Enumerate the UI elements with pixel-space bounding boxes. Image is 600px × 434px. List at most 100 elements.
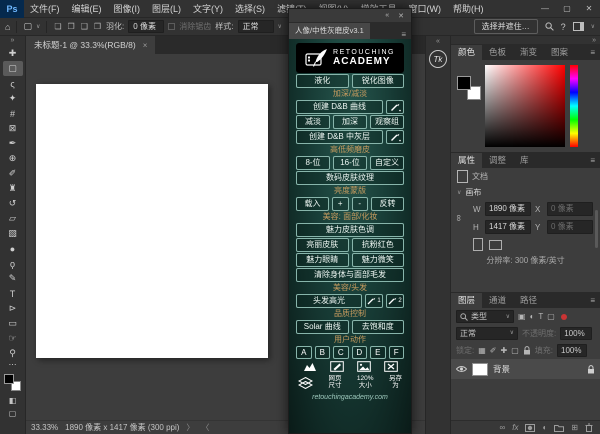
chevron-down-icon[interactable]: ∨ <box>591 23 595 30</box>
properties-scrollbar[interactable] <box>595 210 598 248</box>
close-button[interactable]: ✕ <box>578 0 600 18</box>
lock-artboard-icon[interactable]: ▢ <box>511 346 519 355</box>
clone-stamp-tool[interactable]: ♜ <box>3 181 23 196</box>
feather-input[interactable]: 0 像素 <box>128 20 164 33</box>
frame-tool[interactable]: ⊠ <box>3 121 23 136</box>
foreground-color-swatch[interactable] <box>457 76 471 90</box>
export-image-action-button[interactable] <box>384 361 398 372</box>
minimize-button[interactable]: — <box>534 0 556 18</box>
panel-menu-icon[interactable]: ≡ <box>585 45 600 60</box>
layer-lock-icon[interactable] <box>587 365 595 374</box>
eyedropper-tool[interactable]: ✒ <box>3 136 23 151</box>
burn-button[interactable]: 加深 <box>333 115 367 129</box>
glamour-eyes-button[interactable]: 魅力眼睛 <box>296 253 349 267</box>
foreground-color-swatch[interactable] <box>4 374 14 384</box>
tab-color[interactable]: 颜色 <box>451 45 482 60</box>
type-tool[interactable]: T <box>3 286 23 301</box>
style-select[interactable]: 正常 <box>238 20 274 33</box>
edit-toolbar-icon[interactable]: ⋯ <box>9 361 17 371</box>
link-layers-icon[interactable]: ∞ <box>500 423 506 432</box>
user-action-d-button[interactable]: D <box>352 346 368 359</box>
tab-patterns[interactable]: 图案 <box>544 45 575 60</box>
flatten-layers-button[interactable] <box>298 377 313 389</box>
pen-tool[interactable]: ✎ <box>3 271 23 286</box>
layer-thumbnail[interactable] <box>472 363 488 376</box>
saturation-brightness-field[interactable] <box>485 65 565 147</box>
gradient-tool[interactable]: ▧ <box>3 226 23 241</box>
menu-file[interactable]: 文件(F) <box>24 0 66 18</box>
sharpen-image-button[interactable]: 锐化图像 <box>352 74 405 88</box>
toolbar-collapse-icon[interactable]: » <box>11 36 15 46</box>
panel-close-icon[interactable]: ✕ <box>398 12 404 20</box>
desaturate-button[interactable]: 去饱和度 <box>352 320 405 334</box>
lock-position-icon[interactable]: ✚ <box>501 346 508 355</box>
size-120-button[interactable]: 120% 大小 <box>357 376 374 390</box>
menu-help[interactable]: 帮助(H) <box>447 0 490 18</box>
quick-selection-tool[interactable]: ✦ <box>3 91 23 106</box>
panel-menu-icon[interactable]: ≡ <box>585 153 600 168</box>
select-and-mask-button[interactable]: 选择并遮住… <box>474 19 538 34</box>
path-selection-tool[interactable]: ⊳ <box>3 301 23 316</box>
tab-layers[interactable]: 图层 <box>451 293 482 308</box>
help-icon[interactable]: ? <box>561 22 566 32</box>
tab-libraries[interactable]: 库 <box>513 153 536 168</box>
freq-8bit-button[interactable]: 8-位 <box>296 156 330 170</box>
move-tool[interactable]: ✚ <box>3 46 23 61</box>
solar-curve-button[interactable]: Solar 曲线 <box>296 320 349 334</box>
blend-mode-select[interactable]: 正常 ∨ <box>456 327 518 340</box>
tab-paths[interactable]: 路径 <box>513 293 544 308</box>
dodge-button[interactable]: 减淡 <box>296 115 330 129</box>
panel-menu-icon[interactable]: ≡ <box>585 293 600 308</box>
menu-edit[interactable]: 编辑(E) <box>66 0 108 18</box>
y-input[interactable]: 0 像素 <box>547 220 593 234</box>
histogram-action-button[interactable] <box>303 361 317 372</box>
fill-input[interactable]: 100% <box>557 344 587 357</box>
skin-tone-button[interactable]: 魅力皮肤色调 <box>296 223 404 237</box>
add-selection-mode-button[interactable]: ❐ <box>67 22 76 31</box>
web-size-button[interactable]: 网页 尺寸 <box>328 376 341 390</box>
hue-slider[interactable] <box>570 65 578 147</box>
lum-minus-button[interactable]: - <box>352 197 368 211</box>
status-arrow-right[interactable]: 〉 <box>186 422 194 433</box>
image-action-button[interactable] <box>357 361 371 372</box>
screen-mode-button[interactable]: ▢ <box>3 407 23 420</box>
glamour-smile-button[interactable]: 魅力微笑 <box>352 253 405 267</box>
db-curves-brush-button[interactable] <box>386 100 404 114</box>
chevron-down-icon[interactable]: ∨ <box>36 23 40 30</box>
shape-tool[interactable]: ▭ <box>3 316 23 331</box>
lum-load-button[interactable]: 载入 <box>296 197 329 211</box>
hand-tool[interactable]: ☞ <box>3 331 23 346</box>
background-layer-row[interactable]: 背景 <box>451 359 600 379</box>
eraser-tool[interactable]: ▱ <box>3 211 23 226</box>
tk-panel-icon[interactable]: Tk <box>429 50 447 68</box>
portrait-orientation-button[interactable] <box>473 238 483 251</box>
document-tab[interactable]: 未标题-1 @ 33.3%(RGB/8) × <box>26 36 155 54</box>
add-mask-icon[interactable] <box>525 424 535 432</box>
bright-skin-button[interactable]: 亮丽皮肤 <box>296 238 349 252</box>
freq-custom-button[interactable]: 自定义 <box>370 156 404 170</box>
lock-transparent-icon[interactable]: ▦ <box>478 346 486 355</box>
tab-swatches[interactable]: 色板 <box>482 45 513 60</box>
lock-pixels-icon[interactable]: ✐ <box>490 346 497 355</box>
anti-pink-button[interactable]: 抗粉红色 <box>352 238 405 252</box>
chevron-down-icon[interactable]: ∨ <box>278 23 282 30</box>
workspace-icon[interactable] <box>573 22 584 31</box>
remove-hair-button[interactable]: 清除身体与面部毛发 <box>296 268 404 282</box>
foreground-background-swatches[interactable] <box>4 374 21 391</box>
filter-adjustment-layers-icon[interactable]: ◐ <box>530 312 535 321</box>
maximize-button[interactable]: ▢ <box>556 0 578 18</box>
adjustment-layer-icon[interactable]: ◐ <box>542 423 547 432</box>
tab-channels[interactable]: 通道 <box>482 293 513 308</box>
subtract-selection-mode-button[interactable]: ❑ <box>80 22 89 31</box>
panel-menu-icon[interactable]: ≡ <box>396 30 411 39</box>
skin-texture-button[interactable]: 数码皮肤纹理 <box>296 171 404 185</box>
x-input[interactable]: 0 像素 <box>547 202 593 216</box>
new-group-folder-icon[interactable] <box>554 424 564 432</box>
dodge-tool[interactable]: ϙ <box>3 256 23 271</box>
link-dimensions-icon[interactable]: ∞ <box>451 213 467 223</box>
brush-tool[interactable]: ✐ <box>3 166 23 181</box>
home-icon[interactable]: ⌂ <box>5 22 10 32</box>
rectangular-marquee-tool[interactable]: ▢ <box>3 61 23 76</box>
opacity-input[interactable]: 100% <box>560 327 592 340</box>
filter-shape-layers-icon[interactable]: ▢ <box>547 312 555 321</box>
